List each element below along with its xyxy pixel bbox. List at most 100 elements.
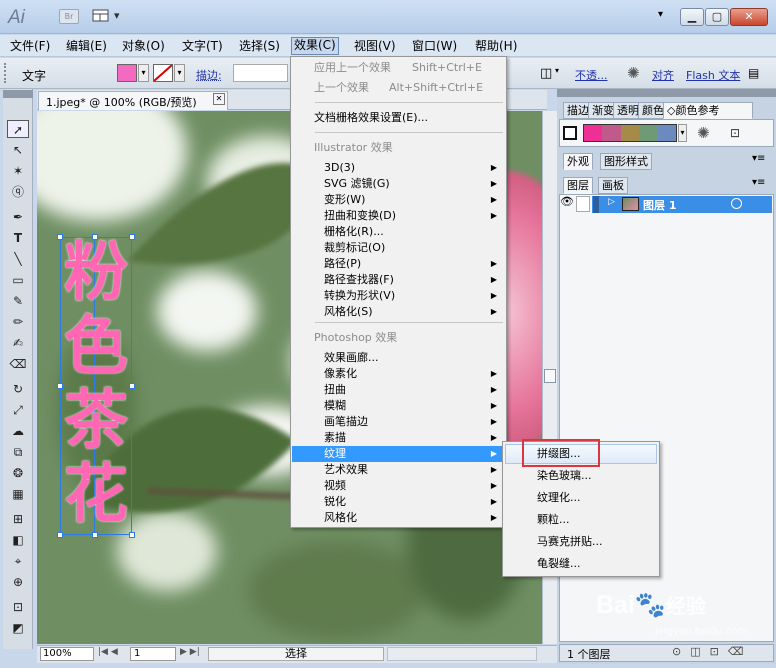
submenu-item-texture-filter[interactable]: 龟裂缝... [505, 554, 657, 574]
menu-file[interactable]: 文件(F) [8, 38, 52, 54]
scroll-thumb[interactable] [544, 369, 556, 383]
menu-item-photoshop-effect[interactable]: 艺术效果 ▶ [292, 462, 505, 478]
close-button[interactable]: ✕ [730, 8, 768, 26]
menu-item-photoshop-effect[interactable]: 扭曲 ▶ [292, 382, 505, 398]
graph-tool-icon[interactable]: ▦ [7, 485, 29, 503]
page-field[interactable]: 1 [130, 647, 176, 661]
fill-swatch[interactable] [117, 64, 137, 82]
bounding-handle[interactable] [92, 532, 98, 538]
warp-tool-icon[interactable]: ☁ [7, 422, 29, 440]
menu-item-photoshop-effect[interactable]: 视频 ▶ [292, 478, 505, 494]
menu-item-photoshop-effect[interactable]: 锐化 ▶ [292, 494, 505, 510]
bridge-button[interactable]: Br [59, 9, 79, 24]
chevron-down-icon[interactable]: ▾ [555, 66, 559, 75]
slice-tool-icon[interactable]: ◩ [7, 619, 29, 637]
layer-actions-icons[interactable]: ⊙◫⊡⌫ [672, 645, 752, 658]
tab-layers[interactable]: 图层 [563, 177, 593, 194]
menu-edit[interactable]: 编辑(E) [64, 38, 109, 54]
tab-graphic-styles[interactable]: 图形样式 [600, 153, 652, 170]
expand-triangle-icon[interactable]: ▷ [608, 197, 615, 207]
harmony-swatch[interactable] [602, 125, 621, 141]
harmony-dropdown-icon[interactable]: ▾ [678, 124, 687, 142]
gradient-tool-icon[interactable]: ◧ [7, 531, 29, 549]
mesh-tool-icon[interactable]: ⊞ [7, 510, 29, 528]
recolor-icon[interactable]: ✺ [627, 64, 640, 82]
rotate-tool-icon[interactable]: ↻ [7, 380, 29, 398]
bounding-handle[interactable] [129, 532, 135, 538]
menu-effect[interactable]: 效果(C) [291, 37, 339, 55]
flash-text-link[interactable]: Flash 文本 [686, 67, 740, 83]
menu-item-illustrator-effect[interactable]: 栅格化(R)... [292, 224, 505, 240]
menu-item-illustrator-effect[interactable]: 扭曲和变换(D) ▶ [292, 208, 505, 224]
eye-icon[interactable]: 👁 [560, 195, 574, 213]
harmony-swatch[interactable] [639, 125, 658, 141]
horizontal-scrollbar[interactable] [387, 647, 537, 661]
submenu-item-texture-filter[interactable]: 马赛克拼贴... [505, 532, 657, 552]
menu-item-photoshop-effect[interactable]: 效果画廊... [292, 350, 505, 366]
pink-camellia-text[interactable]: 粉 色 茶 花 [59, 236, 133, 532]
lasso-tool-icon[interactable]: ⓠ [7, 183, 29, 201]
base-color-swatch[interactable] [563, 126, 577, 140]
submenu-item-texture-filter[interactable]: 颗粒... [505, 510, 657, 530]
first-page-icon[interactable]: |◀ ◀ [98, 647, 118, 657]
next-page-icon[interactable]: ▶ ▶| [180, 647, 200, 657]
layer-name[interactable]: 图层 1 [643, 197, 676, 213]
magic-wand-tool-icon[interactable]: ✶ [7, 162, 29, 180]
menu-item-illustrator-effect[interactable]: 转换为形状(V) ▶ [292, 288, 505, 304]
arrange-documents-button[interactable]: ▾ [92, 9, 126, 25]
eyedropper-tool-icon[interactable]: ⌖ [7, 552, 29, 570]
workspace-dropdown-icon[interactable]: ▾ [658, 9, 663, 20]
menu-item-illustrator-effect[interactable]: 变形(W) ▶ [292, 192, 505, 208]
target-circle-icon[interactable] [731, 198, 742, 209]
menu-item-apply-last-effect[interactable]: 应用上一个效果 Shift+Ctrl+E [292, 60, 505, 76]
menu-item-photoshop-effect[interactable]: 模糊 ▶ [292, 398, 505, 414]
selection-tool-icon[interactable]: ➚ [7, 120, 29, 138]
maximize-button[interactable]: ▢ [705, 8, 729, 26]
type-tool-icon[interactable]: T [7, 229, 29, 247]
menu-item-illustrator-effect[interactable]: 路径查找器(F) ▶ [292, 272, 505, 288]
tab-color-guide[interactable]: ◇颜色参考 [663, 102, 753, 119]
menu-item-photoshop-effect[interactable]: 素描 ▶ [292, 430, 505, 446]
eraser-tool-icon[interactable]: ⌫ [7, 355, 29, 373]
blend-tool-icon[interactable]: ⊕ [7, 573, 29, 591]
harmony-swatch[interactable] [657, 125, 677, 141]
harmony-swatch[interactable] [620, 125, 640, 141]
line-tool-icon[interactable]: ╲ [7, 250, 29, 268]
menu-help[interactable]: 帮助(H) [473, 38, 519, 54]
stroke-label[interactable]: 描边: [196, 67, 222, 83]
rectangle-tool-icon[interactable]: ▭ [7, 271, 29, 289]
pen-tool-icon[interactable]: ✒ [7, 208, 29, 226]
paintbrush-tool-icon[interactable]: ✎ [7, 292, 29, 310]
panel-menu-icon[interactable]: ▾≡ [752, 153, 765, 164]
stroke-weight-field[interactable] [233, 64, 288, 82]
align-link[interactable]: 对齐 [652, 67, 674, 83]
menu-type[interactable]: 文字(T) [180, 38, 225, 54]
edit-colors-icon[interactable]: ✺ [697, 124, 710, 142]
menu-item-illustrator-effect[interactable]: 风格化(S) ▶ [292, 304, 505, 320]
harmony-swatch-strip[interactable] [583, 124, 677, 142]
menu-item-photoshop-effect[interactable]: 风格化 ▶ [292, 510, 505, 526]
layer-row[interactable] [592, 196, 772, 213]
menu-item-illustrator-effect[interactable]: SVG 滤镜(G) ▶ [292, 176, 505, 192]
menu-select[interactable]: 选择(S) [237, 38, 282, 54]
layers-menu-icon[interactable]: ▾≡ [752, 177, 765, 188]
menu-item-raster-settings[interactable]: 文档栅格效果设置(E)... [292, 110, 505, 126]
lock-toggle[interactable] [576, 196, 590, 212]
menu-view[interactable]: 视图(V) [352, 38, 398, 54]
scale-tool-icon[interactable]: ⤢ [7, 401, 29, 419]
submenu-item-texture-filter[interactable]: 染色玻璃... [505, 466, 657, 486]
tab-appearance[interactable]: 外观 [563, 153, 593, 170]
control-menu-icon[interactable]: ▤ [748, 66, 759, 80]
menu-item-texture[interactable]: 纹理 ▶ [292, 446, 505, 462]
stroke-dropdown-icon[interactable]: ▾ [174, 64, 185, 82]
fill-dropdown-icon[interactable]: ▾ [138, 64, 149, 82]
bounding-handle[interactable] [57, 532, 63, 538]
status-tool-field[interactable]: 选择 [208, 647, 384, 661]
menu-item-photoshop-effect[interactable]: 像素化 ▶ [292, 366, 505, 382]
opacity-link[interactable]: 不透... [575, 67, 608, 83]
save-group-icon[interactable]: ⊡ [730, 126, 740, 140]
harmony-swatch[interactable] [584, 125, 603, 141]
blob-brush-tool-icon[interactable]: ✍ [7, 334, 29, 352]
menu-item-illustrator-effect[interactable]: 路径(P) ▶ [292, 256, 505, 272]
zoom-field[interactable]: 100% [40, 647, 94, 661]
